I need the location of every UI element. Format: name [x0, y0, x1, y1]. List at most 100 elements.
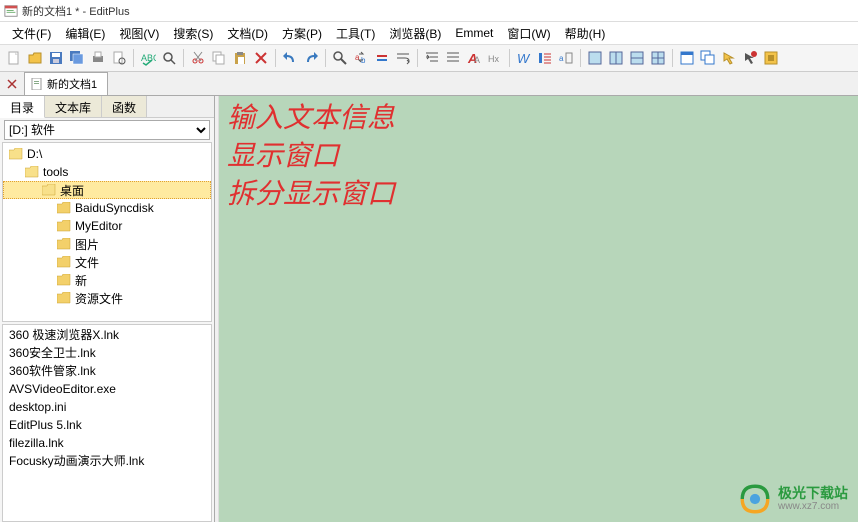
watermark-logo-icon [738, 482, 772, 516]
sidebar: 目录文本库函数 [D:] 软件 D:\tools桌面BaiduSyncdiskM… [0, 96, 215, 522]
menu-e[interactable]: 编辑(E) [59, 23, 111, 44]
menu-v[interactable]: 视图(V) [113, 23, 165, 44]
tool-win2-icon[interactable] [698, 48, 718, 68]
folder-tree[interactable]: D:\tools桌面BaiduSyncdiskMyEditor图片文件新资源文件 [2, 142, 212, 322]
menu-b[interactable]: 浏览器(B) [383, 23, 447, 44]
file-list[interactable]: 360 极速浏览器X.lnk360安全卫士.lnk360软件管家.lnkAVSV… [2, 324, 212, 522]
menu-w[interactable]: 窗口(W) [501, 23, 556, 44]
svg-text:ABC: ABC [141, 53, 156, 63]
tool-find-replace-icon[interactable]: ab [351, 48, 371, 68]
file-item[interactable]: 360 极速浏览器X.lnk [3, 325, 211, 343]
folder-item[interactable]: 新 [3, 271, 211, 289]
doc-tab-label: 新的文档1 [47, 76, 97, 92]
tool-grid3-icon[interactable] [627, 48, 647, 68]
titlebar: 新的文档1 * - EditPlus [0, 0, 858, 22]
editor-line: 显示窗口 [227, 138, 850, 176]
tool-hex-icon[interactable]: Hx [485, 48, 505, 68]
drive-select[interactable]: [D:] 软件 [4, 120, 210, 140]
tool-open-icon[interactable] [25, 48, 45, 68]
tool-word-wrap-icon[interactable] [393, 48, 413, 68]
app-icon [4, 4, 18, 18]
doc-tabs: 新的文档1 [0, 72, 858, 96]
toolbar: ABC ab AA Hx Wa [0, 44, 858, 72]
tool-grid2-icon[interactable] [606, 48, 626, 68]
menu-p[interactable]: 方案(P) [276, 23, 328, 44]
tool-print-icon[interactable] [88, 48, 108, 68]
side-tabs: 目录文本库函数 [0, 96, 214, 118]
toolbar-separator [672, 49, 673, 67]
main: 目录文本库函数 [D:] 软件 D:\tools桌面BaiduSyncdiskM… [0, 96, 858, 522]
tool-outdent-icon[interactable] [443, 48, 463, 68]
folder-item[interactable]: MyEditor [3, 217, 211, 235]
tool-paste-icon[interactable] [230, 48, 250, 68]
folder-item[interactable]: 图片 [3, 235, 211, 253]
tool-arrow-icon[interactable] [719, 48, 739, 68]
tool-bookmark-icon[interactable] [372, 48, 392, 68]
file-item[interactable]: AVSVideoEditor.exe [3, 379, 211, 397]
editor-line: 输入文本信息 [227, 100, 850, 138]
watermark-cn: 极光下载站 [778, 486, 848, 501]
close-tab-button[interactable] [4, 76, 20, 92]
tool-save-icon[interactable] [46, 48, 66, 68]
tool-column-icon[interactable]: a [556, 48, 576, 68]
tool-delete-icon[interactable] [251, 48, 271, 68]
toolbar-separator [325, 49, 326, 67]
tool-grid4-icon[interactable] [648, 48, 668, 68]
drive-selector[interactable]: [D:] 软件 [0, 118, 214, 142]
tool-record-icon[interactable] [740, 48, 760, 68]
tool-new-icon[interactable] [4, 48, 24, 68]
side-tab-1[interactable]: 文本库 [45, 96, 102, 117]
tool-browser-icon[interactable]: W [514, 48, 534, 68]
svg-text:Hx: Hx [488, 54, 499, 64]
tool-cut-icon[interactable] [188, 48, 208, 68]
tool-undo-icon[interactable] [280, 48, 300, 68]
toolbar-separator [509, 49, 510, 67]
tool-print-preview-icon[interactable] [109, 48, 129, 68]
toolbar-separator [417, 49, 418, 67]
toolbar-separator [133, 49, 134, 67]
folder-item[interactable]: 文件 [3, 253, 211, 271]
menu-t[interactable]: 工具(T) [330, 23, 381, 44]
file-item[interactable]: 360软件管家.lnk [3, 361, 211, 379]
tool-search-icon[interactable] [330, 48, 350, 68]
file-item[interactable]: EditPlus 5.lnk [3, 415, 211, 433]
folder-item[interactable]: 资源文件 [3, 289, 211, 307]
watermark-en: www.xz7.com [778, 501, 848, 512]
menu-h[interactable]: 帮助(H) [559, 23, 612, 44]
svg-text:a: a [559, 54, 564, 63]
file-item[interactable]: desktop.ini [3, 397, 211, 415]
tool-find-icon[interactable] [159, 48, 179, 68]
tool-save-all-icon[interactable] [67, 48, 87, 68]
file-item[interactable]: filezilla.lnk [3, 433, 211, 451]
folder-item[interactable]: tools [3, 163, 211, 181]
file-item[interactable]: Focusky动画演示大师.lnk [3, 451, 211, 469]
folder-item[interactable]: 桌面 [3, 181, 211, 199]
menu-emmet[interactable]: Emmet [449, 24, 499, 42]
tool-macro-icon[interactable] [761, 48, 781, 68]
tool-font-bold-icon[interactable]: AA [464, 48, 484, 68]
tool-spell-icon[interactable]: ABC [138, 48, 158, 68]
doc-tab-active[interactable]: 新的文档1 [24, 72, 108, 95]
svg-text:W: W [517, 51, 531, 66]
editor-content[interactable]: 输入文本信息显示窗口拆分显示窗口 [219, 96, 858, 522]
toolbar-separator [183, 49, 184, 67]
svg-text:A: A [474, 55, 480, 65]
tool-copy-icon[interactable] [209, 48, 229, 68]
tool-grid1-icon[interactable] [585, 48, 605, 68]
menu-s[interactable]: 搜索(S) [167, 23, 219, 44]
tool-win1-icon[interactable] [677, 48, 697, 68]
watermark: 极光下载站 www.xz7.com [738, 482, 848, 516]
menu-d[interactable]: 文档(D) [221, 23, 274, 44]
tool-redo-icon[interactable] [301, 48, 321, 68]
folder-item[interactable]: BaiduSyncdisk [3, 199, 211, 217]
side-tab-0[interactable]: 目录 [0, 96, 45, 118]
doc-icon [31, 78, 43, 90]
tool-ruler-icon[interactable] [535, 48, 555, 68]
editor-line: 拆分显示窗口 [227, 176, 850, 214]
folder-item[interactable]: D:\ [3, 145, 211, 163]
file-item[interactable]: 360安全卫士.lnk [3, 343, 211, 361]
menu-f[interactable]: 文件(F) [6, 23, 57, 44]
side-tab-2[interactable]: 函数 [102, 96, 147, 117]
editor-area: 输入文本信息显示窗口拆分显示窗口 [215, 96, 858, 522]
tool-indent-icon[interactable] [422, 48, 442, 68]
